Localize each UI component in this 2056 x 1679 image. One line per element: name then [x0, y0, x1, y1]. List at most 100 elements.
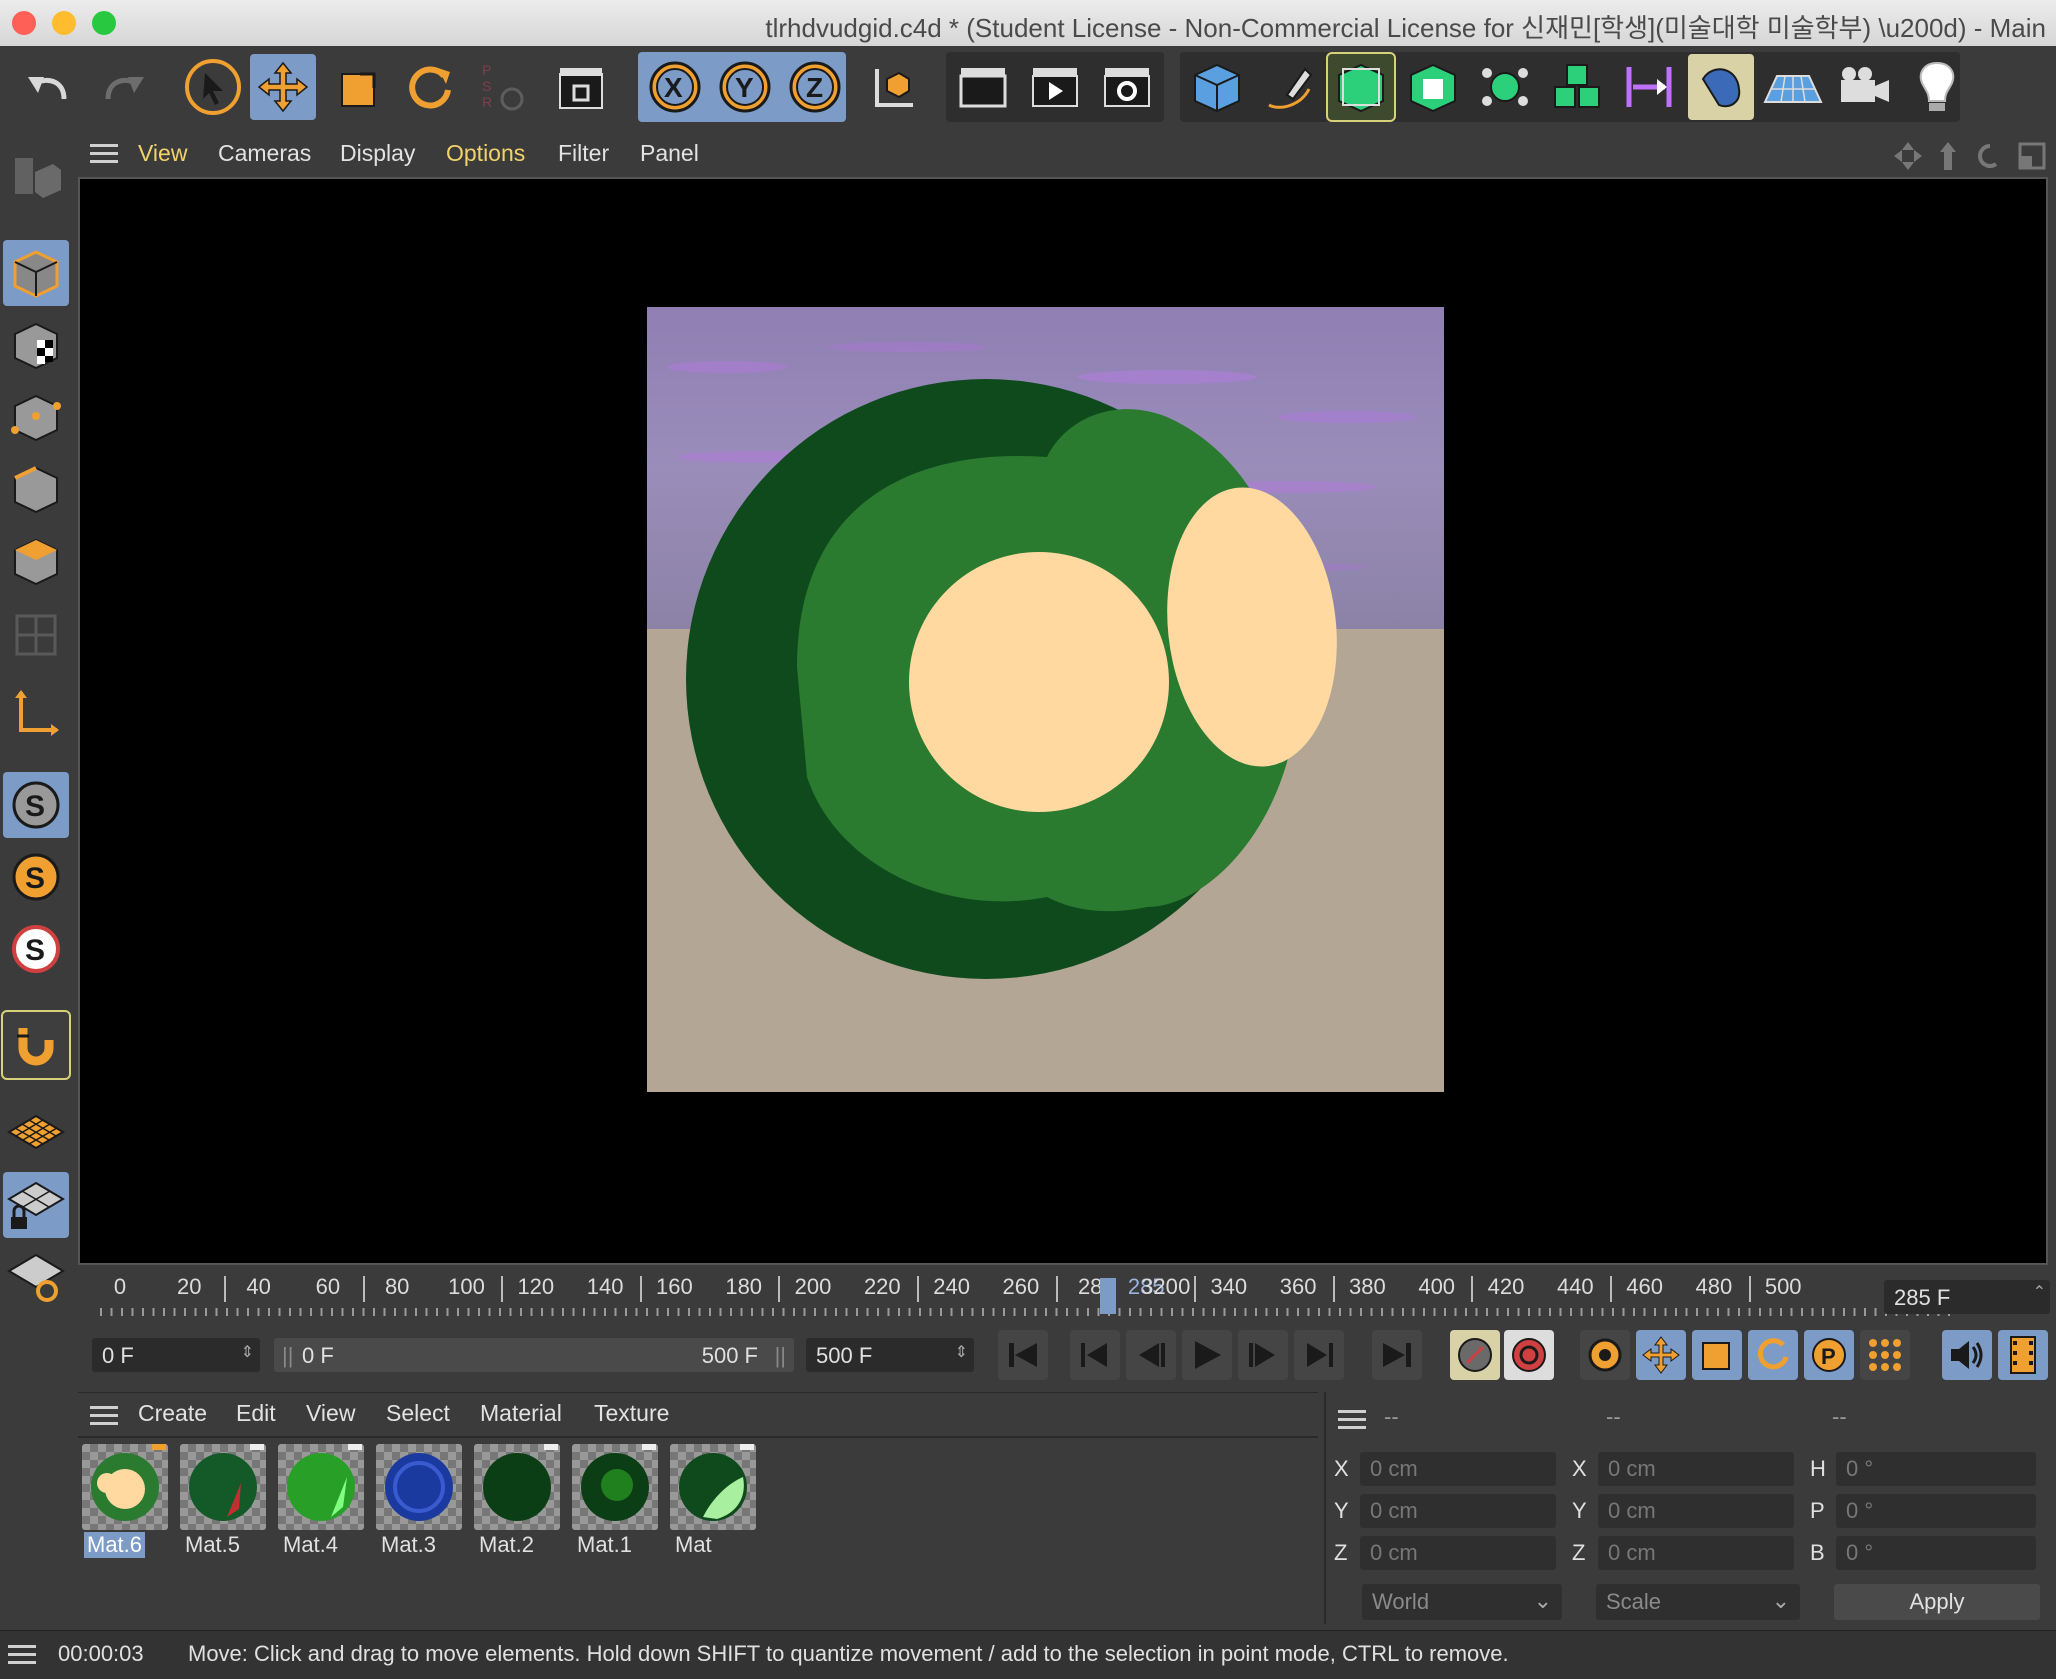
edges-mode-button[interactable] [3, 456, 69, 522]
range-handle-left-icon[interactable]: || [282, 1343, 293, 1369]
position-y-field[interactable]: 0 cm [1360, 1494, 1556, 1528]
add-spline-pen-button[interactable] [1256, 54, 1322, 120]
minimize-window-button[interactable] [52, 11, 76, 35]
rotate-tool[interactable] [396, 54, 462, 120]
move-tool[interactable] [250, 54, 316, 120]
timeline-ruler[interactable]: 0 20 40 60 80 100 120 140 160 180 200 220 240 260 28 28… [78, 1268, 2056, 1318]
material-swatch[interactable]: Mat [670, 1444, 756, 1558]
current-frame-field[interactable]: 285 F ⌃ [1884, 1280, 2050, 1314]
point-level-animation-button[interactable] [1860, 1330, 1910, 1380]
add-deformer-button[interactable] [1616, 54, 1682, 120]
rotation-h-field[interactable]: 0 ° [1836, 1452, 2036, 1486]
add-cloner-button[interactable] [1472, 54, 1538, 120]
add-cube-button[interactable] [1184, 54, 1250, 120]
go-to-end-button[interactable] [1372, 1330, 1422, 1380]
render-settings-button[interactable] [1094, 54, 1160, 120]
range-handle-right-icon[interactable]: || [775, 1343, 786, 1369]
next-key-button[interactable] [1294, 1330, 1344, 1380]
material-swatch[interactable]: Mat.1 [572, 1444, 658, 1558]
timeline-window-button[interactable] [1998, 1330, 2048, 1380]
render-to-picture-viewer-button[interactable] [1022, 54, 1088, 120]
menu-display[interactable]: Display [340, 140, 415, 167]
size-x-field[interactable]: 0 cm [1598, 1452, 1794, 1486]
add-subdivision-button[interactable] [1326, 52, 1396, 122]
playhead[interactable] [1100, 1278, 1116, 1314]
material-swatch[interactable]: Mat.5 [180, 1444, 266, 1558]
add-light-button[interactable] [1904, 54, 1970, 120]
coordinate-mode-dropdown[interactable]: World ⌄ [1362, 1584, 1562, 1620]
preview-range-slider[interactable]: || 0 F 500 F || [274, 1338, 794, 1372]
z-axis-lock-button[interactable]: Z [782, 54, 848, 120]
axis-mode-button[interactable] [3, 680, 69, 746]
menu-material-view[interactable]: View [306, 1400, 355, 1427]
coordinates-menu-icon[interactable] [1338, 1410, 1366, 1430]
model-mode-button[interactable] [3, 240, 69, 306]
max-time-field[interactable]: 500 F ⇕ [806, 1338, 974, 1372]
texture-mode-button[interactable] [3, 312, 69, 378]
sound-button[interactable] [1942, 1330, 1992, 1380]
polygons-mode-button[interactable] [3, 528, 69, 594]
close-window-button[interactable] [12, 11, 36, 35]
autokeying-button[interactable] [1504, 1330, 1554, 1380]
workplane-align-button[interactable] [3, 1244, 69, 1310]
material-menu-icon[interactable] [90, 1406, 118, 1426]
material-swatch[interactable]: Mat.2 [474, 1444, 560, 1558]
render-view-button[interactable] [950, 54, 1016, 120]
menu-material[interactable]: Material [480, 1400, 562, 1427]
menu-filter[interactable]: Filter [558, 140, 609, 167]
play-button[interactable] [1182, 1330, 1232, 1380]
zoom-window-button[interactable] [92, 11, 116, 35]
keyframe-selection-button[interactable] [1580, 1330, 1630, 1380]
make-editable-button[interactable] [3, 144, 69, 210]
undo-button[interactable] [16, 54, 82, 120]
size-mode-dropdown[interactable]: Scale ⌄ [1596, 1584, 1800, 1620]
menu-select[interactable]: Select [386, 1400, 450, 1427]
position-z-field[interactable]: 0 cm [1360, 1536, 1556, 1570]
scale-tool[interactable] [326, 54, 392, 120]
status-menu-icon[interactable] [8, 1645, 36, 1665]
uv-mode-button[interactable] [3, 602, 69, 668]
add-floor-button[interactable] [1760, 54, 1826, 120]
menu-create[interactable]: Create [138, 1400, 207, 1427]
size-z-field[interactable]: 0 cm [1598, 1536, 1794, 1570]
menu-cameras[interactable]: Cameras [218, 140, 311, 167]
x-axis-lock-button[interactable]: X [642, 54, 708, 120]
snap-toggle-button[interactable]: S [3, 772, 69, 838]
scale-key-button[interactable] [1692, 1330, 1742, 1380]
menu-edit[interactable]: Edit [236, 1400, 276, 1427]
position-key-button[interactable] [1636, 1330, 1686, 1380]
tweak-mode-button[interactable] [1, 1010, 71, 1080]
add-extrude-button[interactable] [1400, 54, 1466, 120]
position-x-field[interactable]: 0 cm [1360, 1452, 1556, 1486]
next-frame-button[interactable] [1238, 1330, 1288, 1380]
snap-settings-button[interactable]: S [3, 844, 69, 910]
menu-texture[interactable]: Texture [594, 1400, 669, 1427]
menu-options[interactable]: Options [446, 140, 525, 167]
record-active-objects-button[interactable] [1450, 1330, 1500, 1380]
coordinate-system-button[interactable] [860, 54, 926, 120]
menu-view[interactable]: View [138, 140, 187, 167]
rotation-p-field[interactable]: 0 ° [1836, 1494, 2036, 1528]
previous-key-button[interactable] [1070, 1330, 1120, 1380]
add-environment-button[interactable] [1688, 54, 1754, 120]
material-swatch[interactable]: Mat.4 [278, 1444, 364, 1558]
previous-frame-button[interactable] [1126, 1330, 1176, 1380]
workplane-button[interactable] [3, 1100, 69, 1166]
live-selection-tool[interactable] [180, 54, 246, 120]
rotation-b-field[interactable]: 0 ° [1836, 1536, 2036, 1570]
psr-lock-button[interactable]: PSR [470, 54, 536, 120]
redo-button[interactable] [90, 54, 156, 120]
locked-workplane-button[interactable] [3, 1172, 69, 1238]
size-y-field[interactable]: 0 cm [1598, 1494, 1794, 1528]
snap-mode-button[interactable]: S [3, 916, 69, 982]
add-camera-button[interactable] [1832, 54, 1898, 120]
min-time-field[interactable]: 0 F ⇕ [92, 1338, 260, 1372]
parameter-key-button[interactable]: P [1804, 1330, 1854, 1380]
recent-tool-button[interactable] [548, 54, 614, 120]
material-swatch[interactable]: Mat.3 [376, 1444, 462, 1558]
points-mode-button[interactable] [3, 384, 69, 450]
viewport-menu-icon[interactable] [90, 144, 118, 164]
go-to-start-button[interactable] [998, 1330, 1048, 1380]
add-mograph-button[interactable] [1544, 54, 1610, 120]
apply-button[interactable]: Apply [1834, 1584, 2040, 1620]
